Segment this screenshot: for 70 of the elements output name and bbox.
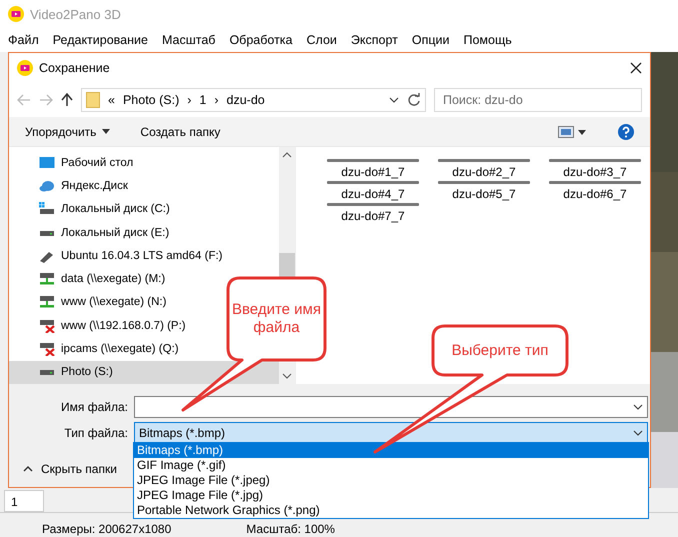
file-name-field[interactable]: [134, 396, 648, 418]
menu-item[interactable]: Опции: [412, 33, 450, 47]
navigation-item[interactable]: Ubuntu 16.04.3 LTS amd64 (F:): [9, 244, 227, 268]
menu-item[interactable]: Обработка: [229, 33, 292, 47]
caret-icon: [102, 129, 110, 134]
navigation-item[interactable]: Рабочий стол: [9, 151, 138, 174]
view-icon[interactable]: [558, 126, 588, 138]
close-icon[interactable]: [630, 62, 642, 74]
breadcrumb-item[interactable]: dzu-do: [226, 93, 265, 107]
cloud-icon: [39, 178, 55, 193]
up-arrow-icon[interactable]: [61, 93, 73, 107]
caret-icon: [633, 430, 643, 436]
new-folder-button[interactable]: Создать папку: [140, 124, 220, 138]
status-text: Масштаб: 100%: [246, 522, 335, 536]
breadcrumb-item[interactable]: Photo (S:): [122, 93, 180, 107]
disconnected-drive-icon: [39, 342, 55, 356]
navigation-item[interactable]: www (\\exegate) (N:): [9, 290, 170, 314]
menu-item[interactable]: Экспорт: [350, 33, 398, 47]
menu-item[interactable]: Помощь: [464, 33, 512, 47]
dropdown-caret-icon: [389, 97, 399, 103]
breadcrumb-item[interactable]: ›: [187, 93, 192, 107]
navigation-item[interactable]: Яндекс.Диск: [9, 174, 132, 198]
file-name[interactable]: dzu-do#7_7: [341, 209, 405, 223]
file-name[interactable]: dzu-do#6_7: [563, 187, 627, 201]
app-icon: [17, 60, 33, 76]
navigation-item[interactable]: ipcams (\\exegate) (Q:): [9, 337, 183, 361]
menu-item[interactable]: Масштаб: [162, 33, 216, 47]
navigation-item[interactable]: Локальный диск (E:): [9, 220, 174, 244]
field-label: Имя файла:: [60, 400, 128, 414]
folder-icon: [86, 92, 100, 108]
scroll-down-icon[interactable]: [282, 372, 292, 380]
navigation-item[interactable]: Photo (S:): [9, 360, 279, 384]
file-name[interactable]: dzu-do#4_7: [341, 187, 405, 201]
organize-button[interactable]: Упорядочить: [25, 124, 110, 138]
breadcrumb-item[interactable]: 1: [199, 93, 206, 107]
hide-folders-button[interactable]: Скрыть папки: [23, 462, 117, 476]
window-title: Video2Pano 3D: [30, 6, 121, 22]
menu-item[interactable]: Файл: [8, 33, 39, 47]
file-name[interactable]: dzu-do#1_7: [341, 165, 405, 179]
breadcrumb-item[interactable]: ›: [214, 93, 219, 107]
menu-item[interactable]: Слои: [306, 33, 337, 47]
search-field[interactable]: Поиск: dzu-do: [434, 88, 642, 112]
system-drive-icon: [39, 202, 55, 216]
dialog-title: Сохранение: [39, 61, 111, 75]
refresh-icon[interactable]: [407, 93, 421, 107]
scroll-thumb[interactable]: [279, 252, 295, 278]
callout-text: Введите имя файла: [231, 300, 322, 338]
file-name[interactable]: dzu-do#2_7: [452, 165, 516, 179]
callout-text: Выберите тип: [450, 340, 550, 360]
layer-tab[interactable]: 1: [4, 490, 44, 512]
breadcrumb-item[interactable]: «: [108, 93, 115, 107]
scroll-up-icon[interactable]: [282, 151, 292, 159]
caret-icon: [633, 404, 643, 410]
chevron-up-icon: [23, 466, 33, 472]
help-icon[interactable]: [618, 124, 634, 140]
file-type-option[interactable]: Bitmaps (*.bmp): [134, 443, 648, 458]
status-text: Размеры: 200627x1080: [42, 522, 172, 536]
navigation-item[interactable]: data (\\exegate) (M:): [9, 267, 170, 291]
app-icon: [8, 6, 24, 22]
network-drive-icon: [39, 272, 55, 286]
navigation-item[interactable]: www (\\192.168.0.7) (P:): [9, 314, 190, 338]
file-name[interactable]: dzu-do#5_7: [452, 187, 516, 201]
field-label: Тип файла:: [63, 426, 128, 440]
disconnected-drive-icon: [39, 318, 55, 333]
navigation-item[interactable]: Локальный диск (C:): [9, 198, 174, 221]
network-drive-icon: [39, 295, 55, 310]
menu-item[interactable]: Редактирование: [52, 33, 148, 47]
desktop-icon: [39, 156, 55, 170]
address-bar[interactable]: « Photo (S:) › 1 › dzu-do: [81, 88, 426, 112]
file-name[interactable]: dzu-do#3_7: [563, 165, 627, 179]
